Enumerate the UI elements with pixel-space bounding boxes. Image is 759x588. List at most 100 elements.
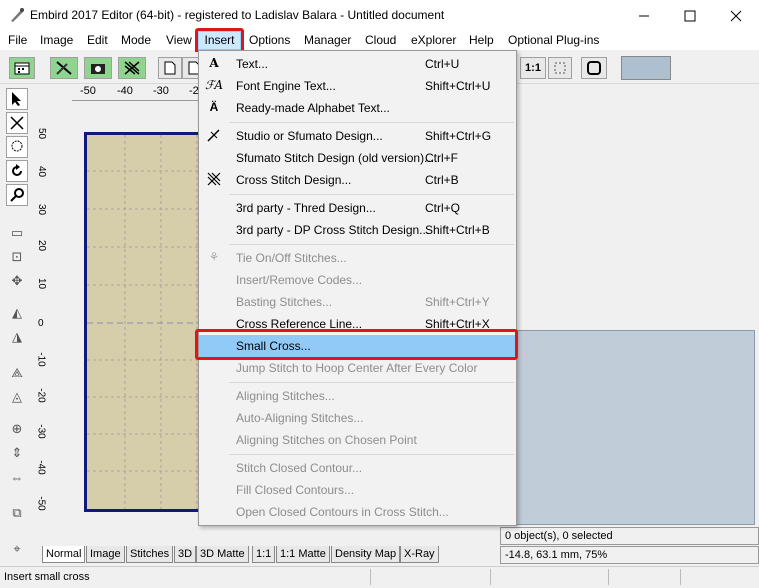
- minimize-icon[interactable]: [621, 0, 667, 31]
- menu-optional-plugins[interactable]: Optional Plug-ins: [508, 33, 599, 47]
- menu-item-stitch-closed-contour: Stitch Closed Contour...: [199, 457, 516, 479]
- group-icon[interactable]: ⧉: [6, 502, 28, 524]
- menu-options[interactable]: Options: [249, 33, 290, 47]
- v-tick-label: 10: [36, 277, 48, 290]
- menu-view[interactable]: View: [166, 33, 192, 47]
- studio-icon: [205, 128, 223, 145]
- menu-item-shortcut: Ctrl+U: [425, 57, 460, 71]
- menu-item-label: Insert/Remove Codes...: [236, 273, 363, 287]
- menu-cloud[interactable]: Cloud: [365, 33, 396, 47]
- mirror-horizontal-icon[interactable]: ◮: [6, 326, 28, 348]
- move-icon[interactable]: ✥: [6, 270, 28, 292]
- stitch-edit-icon[interactable]: [6, 112, 28, 134]
- tie-icon: ⚘: [208, 250, 220, 264]
- mirror-vertical-icon[interactable]: ◭: [6, 302, 28, 324]
- tab-density-map[interactable]: Density Map: [331, 546, 401, 563]
- menu-manager[interactable]: Manager: [304, 33, 351, 47]
- menu-item-label: 3rd party - Thred Design...: [236, 201, 376, 215]
- menu-item-studio-design[interactable]: Studio or Sfumato Design... Shift+Ctrl+G: [199, 125, 516, 147]
- status-divider: [490, 569, 491, 585]
- v-tick-label: -20: [35, 388, 47, 403]
- v-tick-label: -40: [35, 460, 47, 475]
- menu-item-sfumato-design[interactable]: Sfumato Stitch Design (old version)... C…: [199, 147, 516, 169]
- menu-item-label: Auto-Aligning Stitches...: [236, 411, 364, 425]
- align-horizontal-icon[interactable]: ⇔: [6, 466, 28, 488]
- hoop-design-area[interactable]: [84, 132, 202, 512]
- menu-item-shortcut: Shift+Ctrl+Y: [425, 295, 490, 309]
- status-text: Insert small cross: [4, 571, 90, 583]
- color-panel[interactable]: [504, 330, 755, 525]
- tab-normal[interactable]: Normal: [42, 546, 86, 563]
- menu-item-text[interactable]: A Text... Ctrl+U: [199, 53, 516, 75]
- menu-item-label: Open Closed Contours in Cross Stitch...: [236, 505, 449, 519]
- tab-3d[interactable]: 3D: [174, 546, 197, 563]
- close-icon[interactable]: [713, 0, 759, 31]
- camera-icon[interactable]: [84, 57, 112, 79]
- status-divider: [608, 569, 609, 585]
- zoom-1-1-button[interactable]: 1:1: [520, 57, 546, 79]
- zoom-1-1-label: 1:1: [525, 62, 541, 74]
- menu-mode[interactable]: Mode: [121, 33, 151, 47]
- lasso-icon[interactable]: [6, 136, 28, 158]
- color-swatch[interactable]: [621, 56, 671, 80]
- menu-item-shortcut: Ctrl+Q: [425, 201, 461, 215]
- skew-alt-icon[interactable]: ◬: [6, 386, 28, 408]
- menu-item-label: Fill Closed Contours...: [236, 483, 355, 497]
- menu-item-shortcut: Ctrl+F: [425, 151, 458, 165]
- menu-edit[interactable]: Edit: [87, 33, 108, 47]
- menu-item-basting-stitches: Basting Stitches... Shift+Ctrl+Y: [199, 291, 516, 313]
- hoop-icon[interactable]: [581, 57, 607, 79]
- menu-item-label: Ready-made Alphabet Text...: [236, 101, 390, 115]
- v-tick-label: 30: [36, 203, 48, 216]
- cross-stitch-tool-icon[interactable]: [118, 57, 146, 79]
- menu-item-thred-design[interactable]: 3rd party - Thred Design... Ctrl+Q: [199, 197, 516, 219]
- menu-item-tie-stitches: ⚘ Tie On/Off Stitches...: [199, 247, 516, 269]
- select-rect-icon[interactable]: ▭: [6, 222, 28, 244]
- menu-separator: [229, 454, 514, 455]
- menu-item-label: Tie On/Off Stitches...: [236, 251, 347, 265]
- menu-item-dp-cross-stitch[interactable]: 3rd party - DP Cross Stitch Design... Sh…: [199, 219, 516, 241]
- menu-item-label: Stitch Closed Contour...: [236, 461, 363, 475]
- align-vertical-icon[interactable]: ⇕: [6, 442, 28, 464]
- tab-3d-matte[interactable]: 3D Matte: [196, 546, 249, 563]
- menu-item-font-engine-text[interactable]: ℱA Font Engine Text... Shift+Ctrl+U: [199, 75, 516, 97]
- edit-stitch-icon[interactable]: [50, 57, 78, 79]
- menu-explorer[interactable]: eXplorer: [411, 33, 456, 47]
- menu-item-label: Basting Stitches...: [236, 295, 333, 309]
- tab-image[interactable]: Image: [86, 546, 125, 563]
- tab-1-1[interactable]: 1:1: [252, 546, 276, 563]
- resize-icon[interactable]: ⊡: [6, 246, 28, 268]
- menu-image[interactable]: Image: [40, 33, 73, 47]
- menu-item-aligning-chosen-point: Aligning Stitches on Chosen Point: [199, 429, 516, 451]
- menu-item-label: Studio or Sfumato Design...: [236, 129, 383, 143]
- rotate-icon[interactable]: [6, 160, 28, 182]
- menu-item-label: Sfumato Stitch Design (old version)...: [236, 151, 435, 165]
- maximize-icon[interactable]: [667, 0, 713, 31]
- node-edit-icon[interactable]: ⌖: [6, 538, 28, 560]
- new-document-icon[interactable]: [158, 57, 182, 79]
- pointer-icon[interactable]: [6, 88, 28, 110]
- highlight-annotation-small-cross: [195, 329, 518, 360]
- skew-icon[interactable]: ⟁: [6, 362, 28, 384]
- magnifier-icon[interactable]: [6, 184, 28, 206]
- menu-bar: File Image Edit Mode View Insert Options…: [0, 31, 759, 50]
- menu-separator: [229, 244, 514, 245]
- calendar-icon[interactable]: [9, 57, 35, 79]
- select-points-icon[interactable]: [548, 57, 572, 79]
- center-icon[interactable]: ⊕: [6, 418, 28, 440]
- status-divider: [680, 569, 681, 585]
- tab-x-ray[interactable]: X-Ray: [400, 546, 439, 563]
- menu-file[interactable]: File: [8, 33, 27, 47]
- tab-stitches[interactable]: Stitches: [126, 546, 174, 563]
- v-tick-label: 40: [36, 165, 48, 178]
- menu-item-alphabet-text[interactable]: Ä Ready-made Alphabet Text...: [199, 97, 516, 119]
- menu-item-label: Aligning Stitches...: [236, 389, 335, 403]
- menu-item-label: Jump Stitch to Hoop Center After Every C…: [236, 361, 478, 375]
- menu-item-label: Aligning Stitches on Chosen Point: [236, 433, 417, 447]
- title-bar: Embird 2017 Editor (64-bit) - registered…: [0, 0, 759, 31]
- menu-separator: [229, 194, 514, 195]
- menu-help[interactable]: Help: [469, 33, 494, 47]
- menu-item-shortcut: Shift+Ctrl+G: [425, 129, 492, 143]
- tab-1-1-matte[interactable]: 1:1 Matte: [276, 546, 330, 563]
- menu-item-cross-stitch-design[interactable]: Cross Stitch Design... Ctrl+B: [199, 169, 516, 191]
